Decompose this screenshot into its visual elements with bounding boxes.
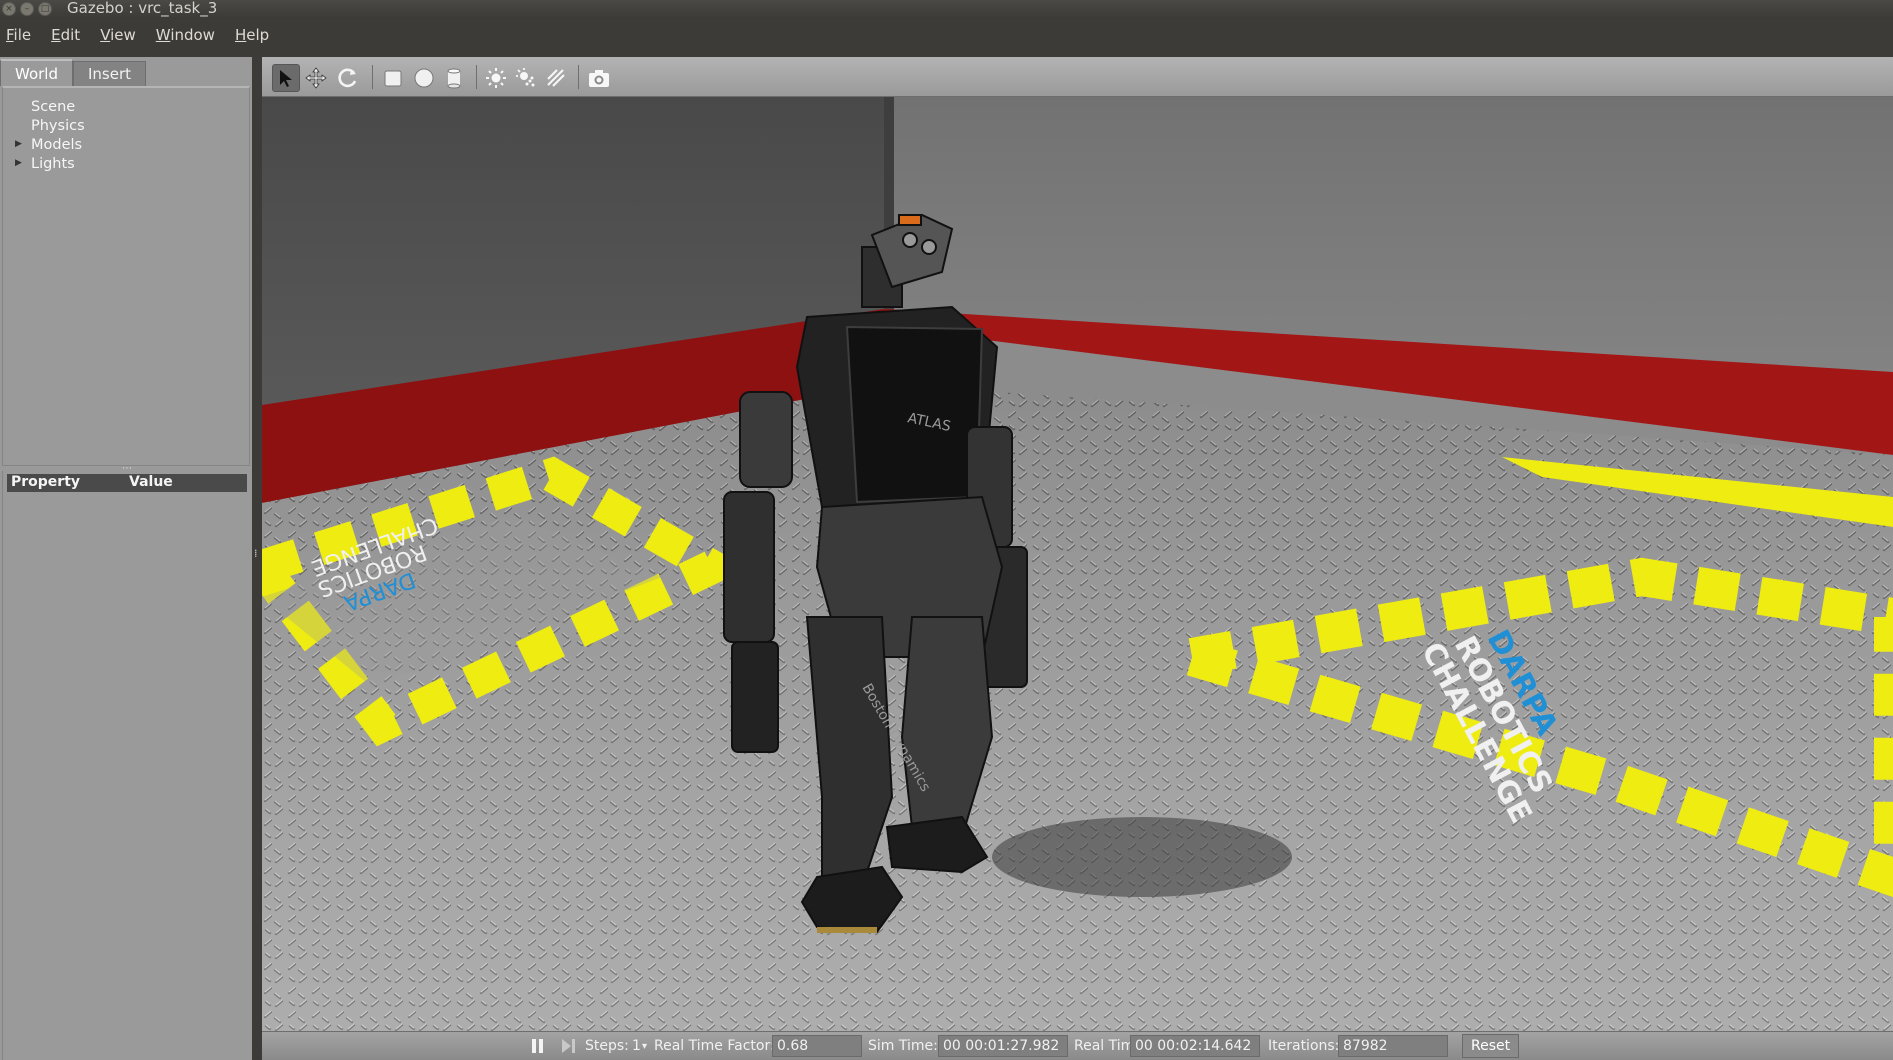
tree-item-models[interactable]: Models <box>31 137 82 153</box>
real-time-value: 00 00:02:14.642 <box>1130 1035 1260 1057</box>
window-title: Gazebo : vrc_task_3 <box>67 0 218 17</box>
title-bar: × – □ Gazebo : vrc_task_3 <box>0 0 1893 19</box>
close-window-button[interactable]: × <box>2 2 16 16</box>
property-column-header: Property <box>11 474 81 490</box>
tree-item-scene[interactable]: Scene <box>31 99 75 115</box>
menu-file-accel: F <box>6 26 14 44</box>
maximize-window-button[interactable]: □ <box>38 2 52 16</box>
toolbar-separator <box>578 65 579 89</box>
step-icon[interactable] <box>560 1038 576 1058</box>
box-icon[interactable] <box>379 64 407 92</box>
menu-help-label: elp <box>246 26 270 44</box>
tree-item-physics[interactable]: Physics <box>31 118 85 134</box>
window-controls: × – □ <box>2 2 52 16</box>
tree-item-lights[interactable]: Lights <box>31 156 75 172</box>
menu-edit-label: dit <box>60 26 81 44</box>
real-time-factor-value: 0.68 <box>772 1035 862 1057</box>
menu-edit-accel: E <box>51 26 61 44</box>
sphere-icon[interactable] <box>410 64 438 92</box>
menu-file-label: ile <box>13 26 32 44</box>
vertical-splitter[interactable]: ⁞ <box>252 51 262 1060</box>
tab-world[interactable]: World <box>0 59 73 86</box>
toolbar-separator <box>372 65 373 89</box>
menu-view[interactable]: View <box>100 26 136 44</box>
3d-viewport[interactable]: DARPA ROBOTICS CHALLENGE DARPA ROBOTICS … <box>262 97 1893 1031</box>
menu-edit[interactable]: Edit <box>51 26 80 44</box>
render-window: DARPA ROBOTICS CHALLENGE DARPA ROBOTICS … <box>262 57 1893 1060</box>
status-bar: Steps: 1 ▾ Real Time Factor: 0.68 Sim Ti… <box>262 1031 1893 1060</box>
menu-help-accel: H <box>234 26 247 44</box>
expand-arrow-icon[interactable]: ▶ <box>15 139 22 149</box>
menu-file[interactable]: File <box>6 26 31 44</box>
toolbar <box>262 57 1893 97</box>
left-panel-tabs: World Insert <box>0 59 147 86</box>
directional-light-icon[interactable] <box>542 64 570 92</box>
scene-render: DARPA ROBOTICS CHALLENGE DARPA ROBOTICS … <box>262 97 1893 1031</box>
translate-icon[interactable] <box>302 64 330 92</box>
iterations-label: Iterations: <box>1268 1038 1340 1054</box>
iterations-value: 87982 <box>1338 1035 1448 1057</box>
spot-light-icon[interactable] <box>512 64 540 92</box>
left-panel: World Insert Scene Physics ▶ Models ▶ Li… <box>0 57 252 1060</box>
real-time-factor-label: Real Time Factor: <box>654 1038 775 1054</box>
rotate-icon[interactable] <box>334 64 362 92</box>
menu-bar: File Edit View Window Help <box>0 19 1893 51</box>
menu-view-label: iew <box>110 26 136 44</box>
menu-window-label: indow <box>170 26 215 44</box>
tab-insert[interactable]: Insert <box>73 61 147 86</box>
property-table: Property Value <box>2 471 250 1060</box>
menu-help[interactable]: Help <box>235 26 269 44</box>
value-column-header: Value <box>129 474 173 490</box>
steps-label: Steps: <box>585 1038 629 1054</box>
expand-arrow-icon[interactable]: ▶ <box>15 158 22 168</box>
steps-spinner-icon[interactable]: ▾ <box>642 1041 647 1052</box>
menu-view-accel: V <box>100 26 111 44</box>
screenshot-camera-icon[interactable] <box>585 64 613 92</box>
steps-value[interactable]: 1 <box>632 1038 641 1054</box>
property-table-header: Property Value <box>7 474 247 492</box>
cylinder-icon[interactable] <box>440 64 468 92</box>
select-arrow-icon[interactable] <box>272 64 300 92</box>
world-tree: Scene Physics ▶ Models ▶ Lights <box>2 86 250 466</box>
reset-button[interactable]: Reset <box>1462 1034 1520 1058</box>
toolbar-separator <box>476 65 477 89</box>
menu-window-accel: W <box>155 26 171 44</box>
sim-time-value: 00 00:01:27.982 <box>938 1035 1068 1057</box>
pause-icon[interactable] <box>530 1038 546 1058</box>
splitter-grip-icon: ⁞ <box>254 547 258 560</box>
sim-time-label: Sim Time: <box>868 1038 938 1054</box>
point-light-icon[interactable] <box>482 64 510 92</box>
minimize-window-button[interactable]: – <box>20 2 34 16</box>
menu-window[interactable]: Window <box>156 26 215 44</box>
